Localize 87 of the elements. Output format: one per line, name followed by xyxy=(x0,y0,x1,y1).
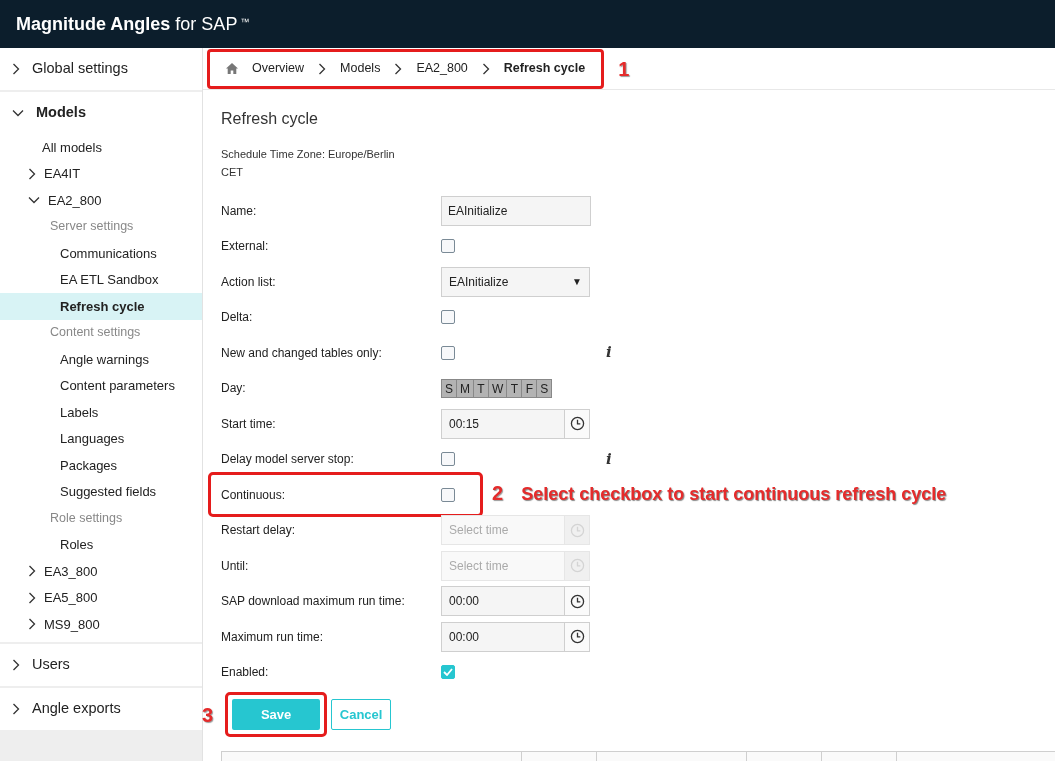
nav-item[interactable]: Packages xyxy=(0,452,202,479)
chevron-right-icon xyxy=(12,702,20,715)
time-field[interactable]: 00:15 xyxy=(441,408,590,439)
chevron-right-icon xyxy=(28,565,36,578)
callout-number: 1 xyxy=(618,58,630,79)
day-toggle[interactable]: S xyxy=(536,378,553,398)
checkbox[interactable] xyxy=(441,310,455,325)
breadcrumb-link[interactable]: Models xyxy=(340,59,381,78)
field-label: New and changed tables only: xyxy=(221,344,383,362)
clock-icon xyxy=(569,558,585,574)
model-item[interactable]: EA3_800 xyxy=(0,558,202,585)
field-label: Delta: xyxy=(221,309,254,327)
section-header[interactable]: Global settings xyxy=(0,48,202,90)
page-title: Refresh cycle xyxy=(221,109,319,129)
field-label: Name: xyxy=(221,202,258,220)
field-label: Enabled: xyxy=(221,664,270,682)
time-field[interactable]: 00:00 xyxy=(441,586,590,617)
nav-item[interactable]: Roles xyxy=(0,531,202,558)
info-icon[interactable]: i xyxy=(606,345,612,361)
annotation-note: Select checkbox to start continuous refresh cycle xyxy=(521,483,947,507)
chevron-right-icon xyxy=(28,618,36,631)
group-heading: Content settings xyxy=(50,324,141,342)
info-icon[interactable]: i xyxy=(606,451,612,467)
chevron-right-icon xyxy=(28,167,36,180)
field-label: External: xyxy=(221,238,270,256)
chevron-right-icon xyxy=(481,62,490,75)
action-list-dropdown[interactable]: EAInitialize ▼ xyxy=(441,266,590,297)
checkbox[interactable] xyxy=(441,239,455,254)
field-label: Delay model server stop: xyxy=(221,451,355,469)
nav-item[interactable]: Languages xyxy=(0,425,202,452)
section-header[interactable]: Models xyxy=(0,92,202,134)
clock-icon xyxy=(569,629,585,645)
field-label: Maximum run time: xyxy=(221,628,325,646)
nav-item[interactable]: Suggested fields xyxy=(0,478,202,505)
time-field[interactable]: 00:00 xyxy=(441,621,590,652)
field-label: Start time: xyxy=(221,415,277,433)
chevron-right-icon xyxy=(318,62,327,75)
nav-item[interactable]: EA ETL Sandbox xyxy=(0,266,202,293)
clock-icon xyxy=(569,522,585,538)
breadcrumb-link[interactable]: Overview xyxy=(252,59,305,78)
breadcrumb-link[interactable]: EA2_800 xyxy=(416,59,468,78)
model-item[interactable]: EA2_800 xyxy=(0,187,202,214)
day-toggle[interactable]: T xyxy=(473,378,488,398)
group-heading: Role settings xyxy=(50,509,123,527)
timezone-text: Schedule Time Zone: Europe/Berlin xyxy=(221,147,396,162)
timezone-text: CET xyxy=(221,165,244,180)
chevron-down-icon xyxy=(28,196,40,205)
checkbox[interactable] xyxy=(441,487,455,502)
nav-item[interactable]: Content parameters xyxy=(0,372,202,399)
field-label: SAP download maximum run time: xyxy=(221,593,406,611)
field-label: Continuous: xyxy=(221,486,287,504)
field-label: Action list: xyxy=(221,273,277,291)
model-item[interactable]: EA5_800 xyxy=(0,584,202,611)
clock-icon xyxy=(569,416,585,432)
breadcrumb-link[interactable]: Refresh cycle xyxy=(503,59,586,78)
section-header[interactable]: Angle exports xyxy=(0,687,202,730)
group-heading: Server settings xyxy=(50,218,134,236)
chevron-right-icon xyxy=(28,591,36,604)
chevron-right-icon xyxy=(394,62,403,75)
nav-item[interactable]: Labels xyxy=(0,399,202,426)
field-label: Day: xyxy=(221,380,247,398)
day-toggle[interactable]: M xyxy=(456,378,473,398)
nav-item[interactable]: All models xyxy=(0,134,202,161)
name-field[interactable]: EAInitialize xyxy=(441,195,591,226)
section-header[interactable]: Users xyxy=(0,643,202,686)
day-toggle[interactable]: T xyxy=(506,378,522,398)
chevron-right-icon xyxy=(12,658,20,671)
clock-icon xyxy=(569,593,585,609)
checkbox[interactable] xyxy=(441,345,455,360)
callout-number: 3 xyxy=(202,704,214,725)
app-title: Magnitude Angles for SAP $^{™}$ xyxy=(16,12,250,36)
day-toggle[interactable]: S xyxy=(441,378,456,398)
day-toggle[interactable]: F xyxy=(521,378,537,398)
nav-item[interactable]: Communications xyxy=(0,240,202,267)
nav-item[interactable]: Refresh cycle xyxy=(0,293,202,320)
checkbox[interactable] xyxy=(441,452,455,467)
model-item[interactable]: EA4IT xyxy=(0,160,202,187)
chevron-right-icon xyxy=(12,63,20,75)
callout-number: 2 xyxy=(492,481,504,504)
field-label: Restart delay: xyxy=(221,522,297,540)
day-toggle[interactable]: W xyxy=(488,378,507,398)
home-icon[interactable] xyxy=(226,63,238,74)
checkbox[interactable] xyxy=(441,665,455,680)
field-label: Until: xyxy=(221,557,250,575)
nav-item[interactable]: Angle warnings xyxy=(0,346,202,373)
model-item[interactable]: MS9_800 xyxy=(0,611,202,638)
chevron-down-icon xyxy=(12,109,24,117)
